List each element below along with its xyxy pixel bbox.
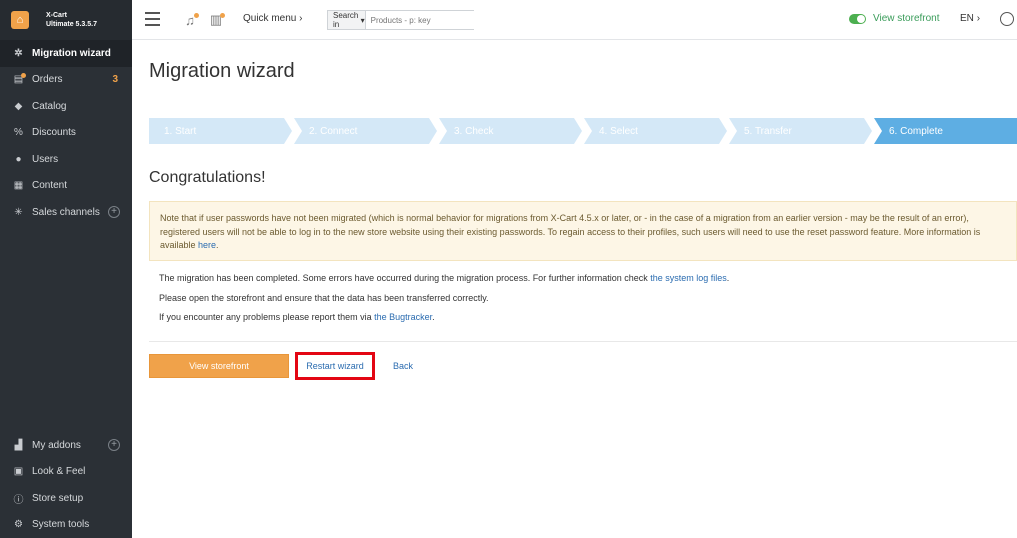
divider <box>149 341 1017 342</box>
wizard-icon: ✲ <box>14 47 23 59</box>
quick-menu-label: Quick menu <box>243 13 297 24</box>
sidebar-item-migration-wizard[interactable]: ✲ Migration wizard <box>0 40 132 67</box>
search-box: Search in ▾ <box>327 10 481 30</box>
notice-end: . <box>216 240 219 250</box>
orders-notification-dot <box>21 72 26 78</box>
more-info-link[interactable]: here <box>198 240 216 250</box>
view-storefront-link[interactable]: View storefront <box>873 13 940 24</box>
brand-name: X-Cart <box>46 12 68 19</box>
page-title: Migration wizard <box>149 60 295 82</box>
quick-menu-button[interactable]: Quick menu › <box>243 13 302 24</box>
sidebar-item-orders[interactable]: ▤ Orders 3 <box>0 67 132 94</box>
step-start: 1. Start <box>149 118 292 144</box>
search-in-dropdown[interactable]: Search in ▾ <box>328 11 366 29</box>
wizard-steps: 1. Start 2. Connect 3. Check 4. Select 5… <box>149 118 1017 144</box>
top-header: ♫ ▥ Quick menu › Search in ▾ View storef… <box>132 0 1017 40</box>
step-connect: 2. Connect <box>294 118 437 144</box>
sidebar-item-label: Store setup <box>32 492 84 504</box>
sidebar: ⌂ X-Cart Ultimate 5.3.5.7 ✲ Migration wi… <box>0 0 132 538</box>
search-in-label: Search in <box>333 11 359 29</box>
add-sales-channel-icon[interactable]: + <box>108 206 120 219</box>
discount-icon: % <box>14 127 23 139</box>
brand-text: X-Cart Ultimate 5.3.5.7 <box>46 11 97 29</box>
sidebar-item-users[interactable]: ● Users <box>0 146 132 173</box>
tag-icon: ◆ <box>14 100 23 112</box>
sidebar-item-my-addons[interactable]: ▟ My addons + <box>0 432 132 459</box>
sidebar-item-system-tools[interactable]: ⚙ System tools <box>0 512 132 538</box>
network-icon: ✳ <box>14 206 23 218</box>
add-addon-icon[interactable]: + <box>108 439 120 452</box>
info-line-3-text: If you encounter any problems please rep… <box>159 312 375 322</box>
brand-edition: Ultimate 5.3.5.7 <box>46 21 97 28</box>
sidebar-item-store-setup[interactable]: ⓘ Store setup <box>0 485 132 512</box>
image-icon: ▣ <box>13 466 24 478</box>
language-label: EN <box>960 13 974 24</box>
puzzle-icon: ▟ <box>14 439 23 451</box>
step-select: 4. Select <box>584 118 727 144</box>
users-icon: ● <box>15 153 22 165</box>
sidebar-item-label: Discounts <box>32 127 76 139</box>
step-check: 3. Check <box>439 118 582 144</box>
chevron-down-icon: ▾ <box>360 15 365 25</box>
info-line-2: Please open the storefront and ensure th… <box>159 292 489 303</box>
sidebar-item-label: Look & Feel <box>32 466 86 478</box>
gear-icon: ⚙ <box>14 519 23 531</box>
sidebar-item-sales-channels[interactable]: ✳ Sales channels + <box>0 199 132 226</box>
main-content: Migration wizard 1. Start 2. Connect 3. … <box>132 40 1017 538</box>
restart-wizard-button[interactable]: Restart wizard <box>295 352 375 380</box>
storefront-toggle[interactable] <box>849 14 866 24</box>
sidebar-item-label: Content <box>32 180 68 192</box>
password-notice: Note that if user passwords have not bee… <box>149 201 1017 261</box>
sidebar-item-label: Migration wizard <box>32 47 111 59</box>
back-link[interactable]: Back <box>393 361 413 371</box>
step-transfer: 5. Transfer <box>729 118 872 144</box>
sidebar-item-look-feel[interactable]: ▣ Look & Feel <box>0 459 132 486</box>
sidebar-item-label: My addons <box>32 439 81 451</box>
chevron-right-icon: › <box>299 13 303 24</box>
notice-text: Note that if user passwords have not bee… <box>160 213 981 250</box>
hamburger-menu-icon[interactable] <box>145 12 160 26</box>
info-line-3: If you encounter any problems please rep… <box>159 311 999 331</box>
sidebar-item-discounts[interactable]: % Discounts <box>0 120 132 147</box>
search-input[interactable] <box>365 11 481 29</box>
migration-info: The migration has been completed. Some e… <box>159 272 999 331</box>
info-line-1-text: The migration has been completed. Some e… <box>159 273 651 283</box>
congratulations-heading: Congratulations! <box>149 169 266 186</box>
info-line-1: The migration has been completed. Some e… <box>159 272 999 292</box>
info-line-3-end: . <box>432 312 435 322</box>
info-line-1-end: . <box>726 273 730 283</box>
xcart-logo-icon: ⌂ <box>11 11 29 29</box>
brand[interactable]: ⌂ X-Cart Ultimate 5.3.5.7 <box>0 0 132 40</box>
system-log-link[interactable]: the system log files <box>650 273 727 283</box>
sidebar-item-label: System tools <box>32 519 90 531</box>
bugtracker-link[interactable]: the Bugtracker <box>374 312 432 322</box>
step-complete: 6. Complete <box>874 118 1017 144</box>
marketplace-notification-dot <box>220 13 225 18</box>
language-selector[interactable]: EN › <box>960 13 980 24</box>
bell-notification-dot <box>194 13 199 18</box>
sidebar-item-content[interactable]: ▦ Content <box>0 173 132 200</box>
chevron-right-icon: › <box>976 13 981 24</box>
view-storefront-button[interactable]: View storefront <box>149 354 289 378</box>
info-icon: ⓘ <box>13 494 24 506</box>
sidebar-bottom: ▟ My addons + ▣ Look & Feel ⓘ Store setu… <box>0 432 132 538</box>
sidebar-item-label: Catalog <box>32 100 67 112</box>
sidebar-item-label: Orders <box>32 74 63 86</box>
orders-count-badge: 3 <box>112 74 118 86</box>
user-account-icon[interactable] <box>1000 12 1014 26</box>
sidebar-item-label: Users <box>32 153 59 165</box>
content-icon: ▦ <box>13 180 24 192</box>
sidebar-item-catalog[interactable]: ◆ Catalog <box>0 93 132 120</box>
sidebar-item-label: Sales channels <box>32 206 100 218</box>
